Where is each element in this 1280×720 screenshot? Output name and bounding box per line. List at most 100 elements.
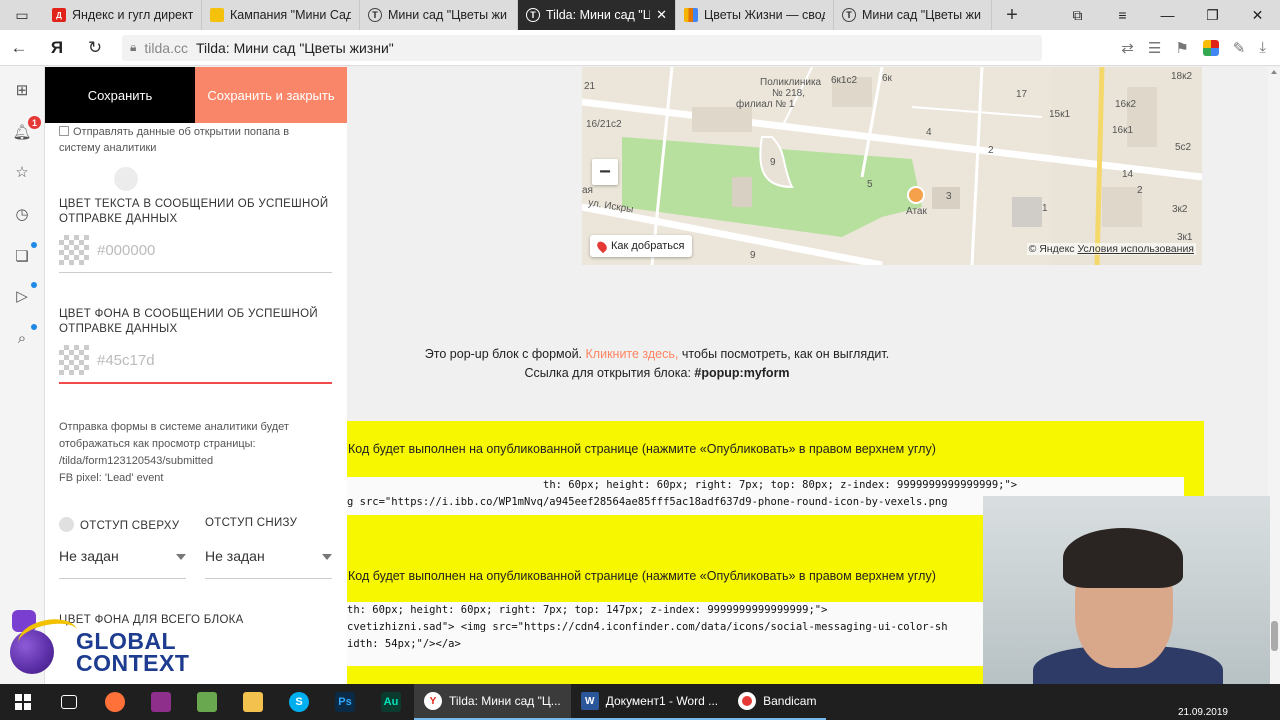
collections-icon[interactable]: ❏ bbox=[12, 246, 32, 266]
webcam-overlay bbox=[983, 496, 1270, 684]
yandex-map[interactable]: Поликлиника № 218, филиал № 1 ул. Искры … bbox=[582, 67, 1202, 265]
photoshop-icon[interactable]: Ps bbox=[322, 684, 368, 720]
translate-icon[interactable]: ⇄ bbox=[1121, 39, 1134, 57]
popup-open-link[interactable]: Кликните здесь, bbox=[586, 347, 679, 361]
reader-mode-icon[interactable]: ☰ bbox=[1148, 39, 1161, 57]
minimize-icon[interactable]: — bbox=[1145, 0, 1190, 30]
map-label-building: 3к2 bbox=[1172, 204, 1188, 215]
file-archiver-icon[interactable] bbox=[138, 684, 184, 720]
analytics-checkbox-row[interactable]: Отправлять данные об открытии попапа в с… bbox=[59, 124, 329, 156]
extension-icon[interactable] bbox=[1202, 39, 1219, 56]
close-tab-icon[interactable]: ✕ bbox=[656, 7, 667, 23]
map-label-building: 21 bbox=[584, 81, 596, 92]
menu-icon[interactable]: ≡ bbox=[1100, 0, 1145, 30]
address-bar-actions: ⇄ ☰ ⚑ ✎ ⤓ bbox=[1121, 39, 1280, 57]
taskbar-date: 21.09.2019 bbox=[1177, 707, 1228, 718]
map-label-building: 5 bbox=[867, 179, 873, 190]
history-clock-icon[interactable]: ◷ bbox=[12, 204, 32, 224]
padding-bottom-select[interactable]: Не задан bbox=[205, 548, 332, 564]
notes-icon[interactable]: ✎ bbox=[1233, 39, 1246, 57]
scrollbar-thumb[interactable] bbox=[1271, 621, 1278, 651]
popup-info-line-2: Ссылка для открытия блока: #popup:myform bbox=[347, 364, 967, 383]
tilda-icon: T bbox=[842, 8, 856, 22]
map-label-building: 1 bbox=[1042, 203, 1048, 214]
map-label-building: 15к1 bbox=[1049, 109, 1071, 120]
chevron-down-icon bbox=[322, 554, 332, 560]
bookmarks-manager-icon[interactable]: ⧉ bbox=[1055, 0, 1100, 30]
map-terms-link[interactable]: Условия использования bbox=[1077, 243, 1194, 255]
popup-info: Это pop-up блок с формой. Кликните здесь… bbox=[347, 345, 967, 383]
lock-icon: 🔒︎ bbox=[130, 40, 137, 54]
firefox-icon[interactable] bbox=[92, 684, 138, 720]
success-text-color-input[interactable]: #000000 bbox=[97, 242, 155, 259]
padding-top-value: Не задан bbox=[59, 548, 119, 564]
back-icon[interactable]: ← bbox=[0, 38, 38, 58]
shop-poi-icon[interactable] bbox=[907, 186, 925, 204]
map-route-button[interactable]: Как добраться bbox=[590, 235, 693, 257]
analytics-checkbox-label: Отправлять данные об открытии попапа в с… bbox=[59, 126, 290, 154]
analytics-checkbox[interactable] bbox=[59, 126, 69, 136]
padding-top-label: ОТСТУП СВЕРХУ bbox=[59, 517, 179, 532]
map-label-building: 2 bbox=[1137, 185, 1143, 196]
tab-yandex-direct[interactable]: Д Яндекс и гугл директ bbox=[44, 0, 202, 30]
logo-text-context: CONTEXT bbox=[76, 650, 190, 676]
map-label-building: 6к1с2 bbox=[831, 75, 858, 86]
tab-label: Цветы Жизни — свод bbox=[704, 8, 825, 22]
field-underline bbox=[59, 272, 332, 273]
map-label-building: 9 bbox=[750, 250, 756, 261]
tab-tilda-active[interactable]: T Tilda: Мини сад "Ц ✕ bbox=[518, 0, 676, 30]
tabs-menu-icon[interactable]: ▭ bbox=[0, 0, 44, 30]
padding-top-select[interactable]: Не задан bbox=[59, 548, 186, 564]
taskbar-app-label: Bandicam bbox=[763, 694, 817, 708]
skype-icon[interactable]: S bbox=[276, 684, 322, 720]
search-page-icon[interactable]: ⌕ bbox=[12, 328, 32, 348]
restore-icon[interactable]: ❐ bbox=[1190, 0, 1235, 30]
reload-icon[interactable]: ↻ bbox=[76, 38, 114, 58]
field-underline-active bbox=[59, 382, 332, 384]
tab-mini-sad-2[interactable]: T Мини сад "Цветы жи bbox=[834, 0, 992, 30]
map-label-building: ая bbox=[582, 185, 593, 196]
save-and-close-button[interactable]: Сохранить и закрыть bbox=[195, 67, 347, 123]
padding-bottom-value: Не задан bbox=[205, 548, 265, 564]
file-explorer-icon[interactable] bbox=[230, 684, 276, 720]
taskbar-app-browser[interactable]: Y Tilda: Мини сад "Ц... bbox=[414, 684, 571, 720]
download-icon[interactable]: ⤓ bbox=[1259, 39, 1266, 56]
url-field[interactable]: 🔒︎ tilda.cc Tilda: Мини сад "Цветы жизни… bbox=[122, 34, 1042, 61]
success-text-color-swatch[interactable] bbox=[59, 235, 89, 265]
map-label-building: 16/21с2 bbox=[586, 119, 622, 130]
favorites-star-icon[interactable]: ☆ bbox=[12, 162, 32, 182]
tab-google-analytics[interactable]: Цветы Жизни — свод bbox=[676, 0, 834, 30]
notepad-icon[interactable] bbox=[184, 684, 230, 720]
save-button[interactable]: Сохранить bbox=[45, 67, 195, 123]
browser-tab-strip: ▭ Д Яндекс и гугл директ Кампания "Мини … bbox=[0, 0, 1280, 30]
tab-label: Мини сад "Цветы жи bbox=[862, 8, 981, 22]
scroll-up-icon[interactable] bbox=[1271, 70, 1277, 74]
tab-mini-sad-1[interactable]: T Мини сад "Цветы жи bbox=[360, 0, 518, 30]
help-icon[interactable] bbox=[59, 517, 74, 532]
tab-google-ads[interactable]: Кампания "Мини Сад bbox=[202, 0, 360, 30]
taskbar-app-label: Tilda: Мини сад "Ц... bbox=[449, 694, 561, 708]
map-label-clinic: Поликлиника bbox=[760, 77, 822, 88]
webcam-person-hair bbox=[1063, 528, 1183, 588]
analytics-note-fb: FB pixel: 'Lead' event bbox=[59, 472, 164, 484]
windows-taskbar: S Ps Au Y Tilda: Мини сад "Ц... W Докуме… bbox=[0, 684, 1280, 720]
video-play-icon[interactable]: ▷ bbox=[12, 286, 32, 306]
popup-text: чтобы посмотреть, как он выглядит. bbox=[681, 347, 890, 361]
tilda-icon: T bbox=[526, 8, 540, 22]
success-bg-color-swatch[interactable] bbox=[59, 345, 89, 375]
map-copyright-text: © Яндекс bbox=[1028, 243, 1075, 255]
update-dot bbox=[31, 324, 37, 330]
task-view-icon[interactable] bbox=[46, 684, 92, 720]
map-zoom-out-button[interactable]: − bbox=[592, 159, 618, 185]
yandex-logo-icon[interactable]: Я bbox=[38, 38, 76, 58]
success-bg-color-input[interactable]: #45c17d bbox=[97, 352, 155, 369]
new-tab-icon[interactable]: + bbox=[992, 0, 1032, 30]
windows-start-button[interactable] bbox=[0, 684, 46, 720]
close-window-icon[interactable]: ✕ bbox=[1235, 0, 1280, 30]
taskbar-app-word[interactable]: W Документ1 - Word ... bbox=[570, 684, 729, 720]
apps-grid-icon[interactable]: ⊞ bbox=[12, 80, 32, 100]
bookmark-icon[interactable]: ⚑ bbox=[1175, 39, 1188, 57]
audition-icon[interactable]: Au bbox=[368, 684, 414, 720]
tab-label: Tilda: Мини сад "Ц bbox=[546, 8, 651, 22]
taskbar-app-bandicam[interactable]: Bandicam bbox=[728, 684, 827, 720]
